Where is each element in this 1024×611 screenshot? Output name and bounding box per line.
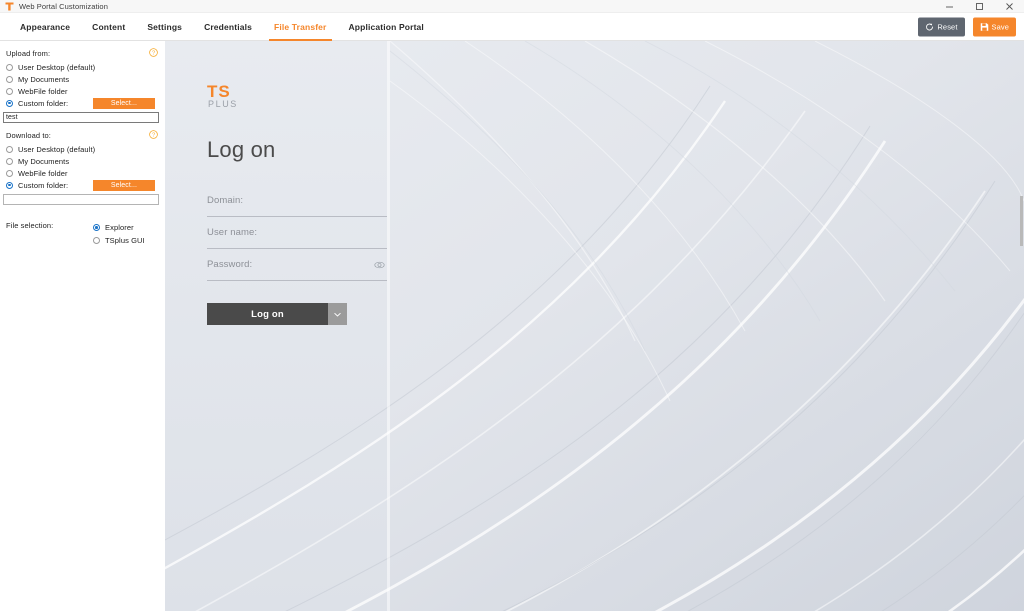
upload-from-label: Upload from: bbox=[6, 49, 51, 58]
download-option-user-desktop[interactable]: User Desktop (default) bbox=[6, 143, 165, 155]
tab-list: Appearance Content Settings Credentials … bbox=[0, 13, 435, 41]
save-label: Save bbox=[991, 22, 1009, 31]
file-selection-option-explorer[interactable]: Explorer bbox=[93, 221, 145, 234]
radio-label: User Desktop (default) bbox=[18, 144, 96, 154]
logon-button-group: Log on bbox=[207, 303, 347, 325]
radio-indicator bbox=[6, 63, 13, 71]
radio-indicator bbox=[6, 169, 13, 177]
tab-label: Content bbox=[92, 21, 126, 32]
download-help-question-icon[interactable]: ? bbox=[149, 130, 158, 139]
password-label: Password: bbox=[207, 259, 253, 270]
web-portal-preview: TS PLUS Log on Domain: User name: Passwo… bbox=[165, 41, 1024, 611]
download-option-custom-folder[interactable]: Custom folder: Select... bbox=[6, 179, 165, 191]
radio-label: User Desktop (default) bbox=[18, 62, 96, 72]
title-bar: Web Portal Customization bbox=[0, 0, 1024, 13]
tab-label: Settings bbox=[147, 21, 183, 32]
radio-label: Custom folder: bbox=[18, 180, 69, 190]
logon-button[interactable]: Log on bbox=[207, 303, 328, 325]
tab-credentials[interactable]: Credentials bbox=[193, 13, 263, 40]
tab-label: File Transfer bbox=[274, 21, 327, 32]
preview-scrollbar-thumb[interactable] bbox=[1020, 196, 1023, 246]
page-title: Log on bbox=[207, 137, 276, 162]
reset-label: Reset bbox=[937, 22, 958, 31]
radio-indicator bbox=[6, 99, 13, 107]
minimize-icon[interactable] bbox=[934, 0, 964, 13]
tsplus-t-icon bbox=[2, 0, 16, 13]
eye-icon[interactable] bbox=[374, 259, 385, 270]
download-option-my-documents[interactable]: My Documents bbox=[6, 155, 165, 167]
download-to-group: Download to: ? User Desktop (default) My… bbox=[0, 130, 165, 205]
upload-option-webfile-folder[interactable]: WebFile folder bbox=[6, 85, 165, 97]
reset-circular-arrow-icon bbox=[925, 22, 934, 31]
radio-indicator bbox=[6, 157, 13, 165]
file-selection-group: File selection: Explorer TSplus GUI bbox=[6, 221, 165, 247]
radio-label: TSplus GUI bbox=[105, 236, 145, 245]
toolbar-actions: Reset Save bbox=[918, 17, 1016, 36]
radio-label: WebFile folder bbox=[18, 168, 68, 178]
domain-field[interactable]: Domain: bbox=[207, 185, 387, 217]
svg-text:?: ? bbox=[152, 51, 155, 57]
reset-button[interactable]: Reset bbox=[918, 17, 965, 36]
tab-label: Application Portal bbox=[348, 21, 424, 32]
tab-label: Appearance bbox=[20, 21, 71, 32]
radio-label: Custom folder: bbox=[18, 98, 69, 108]
username-field[interactable]: User name: bbox=[207, 217, 387, 249]
upload-select-button[interactable]: Select... bbox=[93, 97, 155, 109]
tab-application-portal[interactable]: Application Portal bbox=[338, 13, 435, 40]
radio-indicator bbox=[93, 224, 100, 231]
tab-bar: Appearance Content Settings Credentials … bbox=[0, 13, 1024, 41]
tsplus-logo: TS PLUS bbox=[207, 83, 387, 109]
main-body: Upload from: ? User Desktop (default) My… bbox=[0, 41, 1024, 611]
file-selection-option-tsplus-gui[interactable]: TSplus GUI bbox=[93, 234, 145, 247]
floppy-disk-icon bbox=[980, 22, 989, 31]
caret-down-icon[interactable] bbox=[328, 303, 347, 325]
radio-label: Explorer bbox=[105, 223, 134, 232]
download-path-input[interactable] bbox=[3, 194, 159, 205]
radio-label: My Documents bbox=[18, 74, 70, 84]
window-title: Web Portal Customization bbox=[19, 1, 108, 11]
radio-indicator bbox=[93, 237, 100, 244]
tab-appearance[interactable]: Appearance bbox=[9, 13, 81, 40]
tab-file-transfer[interactable]: File Transfer bbox=[263, 13, 338, 41]
radio-indicator bbox=[6, 75, 13, 83]
domain-label: Domain: bbox=[207, 195, 244, 206]
radio-indicator bbox=[6, 145, 13, 153]
file-selection-options: Explorer TSplus GUI bbox=[93, 221, 145, 247]
upload-option-my-documents[interactable]: My Documents bbox=[6, 73, 165, 85]
upload-from-group: Upload from: ? User Desktop (default) My… bbox=[0, 48, 165, 123]
upload-option-custom-folder[interactable]: Custom folder: Select... bbox=[6, 97, 165, 109]
svg-text:PLUS: PLUS bbox=[208, 99, 238, 109]
window-controls bbox=[934, 0, 1024, 13]
download-to-label: Download to: bbox=[6, 131, 51, 140]
upload-help-question-icon[interactable]: ? bbox=[149, 48, 158, 57]
radio-label: My Documents bbox=[18, 156, 70, 166]
radio-label: WebFile folder bbox=[18, 86, 68, 96]
radio-indicator bbox=[6, 87, 13, 95]
svg-text:?: ? bbox=[152, 133, 155, 139]
file-selection-label: File selection: bbox=[6, 221, 54, 230]
upload-option-user-desktop[interactable]: User Desktop (default) bbox=[6, 61, 165, 73]
save-button[interactable]: Save bbox=[972, 17, 1016, 36]
tab-label: Credentials bbox=[204, 21, 253, 32]
download-select-button[interactable]: Select... bbox=[93, 179, 155, 191]
username-label: User name: bbox=[207, 227, 258, 238]
upload-path-input[interactable]: test bbox=[3, 112, 159, 123]
download-option-webfile-folder[interactable]: WebFile folder bbox=[6, 167, 165, 179]
tab-content[interactable]: Content bbox=[81, 13, 136, 40]
maximize-icon[interactable] bbox=[964, 0, 994, 13]
radio-indicator bbox=[6, 181, 13, 189]
tab-settings[interactable]: Settings bbox=[136, 13, 193, 40]
close-icon[interactable] bbox=[994, 0, 1024, 13]
settings-pane: Upload from: ? User Desktop (default) My… bbox=[0, 41, 165, 611]
password-field[interactable]: Password: bbox=[207, 249, 387, 281]
login-card: TS PLUS Log on Domain: User name: Passwo… bbox=[207, 83, 387, 325]
